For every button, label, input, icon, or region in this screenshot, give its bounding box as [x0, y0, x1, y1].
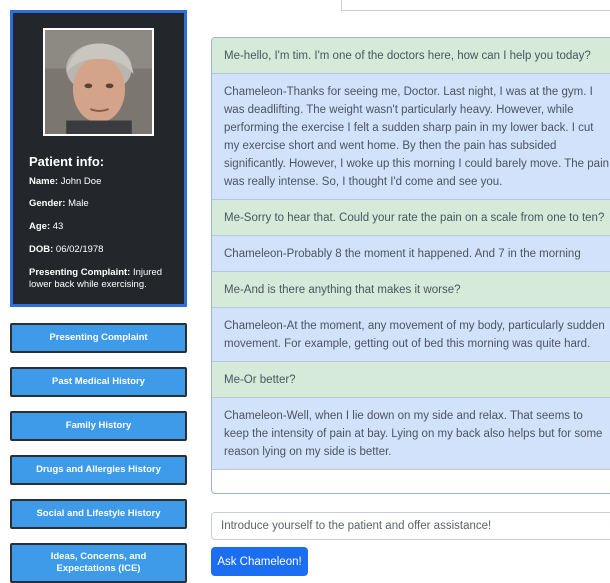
complaint-label: Presenting Complaint:: [29, 267, 131, 278]
chat-message-me: Me-And is there anything that makes it w…: [212, 272, 610, 308]
social-lifestyle-history-button[interactable]: Social and Lifestyle History: [10, 499, 187, 529]
gender-label: Gender:: [29, 198, 66, 209]
chat-log[interactable]: Me-hello, I'm tim. I'm one of the doctor…: [211, 37, 610, 494]
patient-name-line: Name: John Doe: [29, 176, 179, 188]
chat-message-chameleon: Chameleon-Thanks for seeing me, Doctor. …: [212, 74, 610, 200]
chat-message-chameleon: Chameleon-Probably 8 the moment it happe…: [212, 236, 610, 272]
patient-info-card: Patient info: Name: John Doe Gender: Mal…: [10, 10, 187, 307]
patient-name: John Doe: [60, 176, 102, 187]
patient-age: 43: [52, 221, 64, 232]
family-history-button[interactable]: Family History: [10, 411, 187, 441]
message-input[interactable]: [211, 512, 610, 540]
patient-gender-line: Gender: Male: [29, 198, 179, 210]
patient-complaint-line: Presenting Complaint: Injured lower back…: [29, 267, 179, 291]
age-label: Age:: [29, 221, 51, 232]
patient-photo: [43, 28, 154, 136]
patient-dob: 06/02/1978: [55, 244, 104, 255]
patient-dob-line: DOB: 06/02/1978: [29, 244, 179, 256]
past-medical-history-button[interactable]: Past Medical History: [10, 367, 187, 397]
dob-label: DOB:: [29, 244, 54, 255]
patient-age-line: Age: 43: [29, 221, 179, 233]
chat-message-chameleon: Chameleon-At the moment, any movement of…: [212, 308, 610, 362]
ice-button[interactable]: Ideas, Concerns, and Expectations (ICE): [10, 543, 187, 583]
ask-chameleon-button[interactable]: Ask Chameleon!: [211, 547, 308, 576]
patient-info-title: Patient info:: [29, 154, 105, 169]
top-divider: [341, 0, 610, 11]
chat-message-me: Me-Or better?: [212, 362, 610, 398]
patient-gender: Male: [68, 198, 89, 209]
chat-message-me: Me-Sorry to hear that. Could your rate t…: [212, 200, 610, 236]
chat-message-chameleon: Chameleon-Well, when I lie down on my si…: [212, 398, 610, 470]
name-label: Name:: [29, 176, 59, 187]
drugs-allergies-history-button[interactable]: Drugs and Allergies History: [10, 455, 187, 485]
chat-message-me: Me-hello, I'm tim. I'm one of the doctor…: [212, 38, 610, 74]
presenting-complaint-button[interactable]: Presenting Complaint: [10, 323, 187, 353]
